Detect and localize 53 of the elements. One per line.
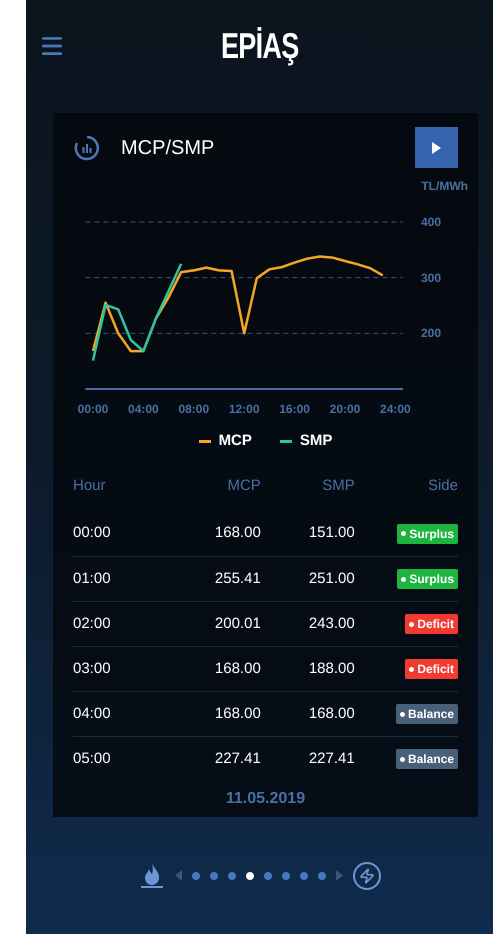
column-header: Hour	[73, 476, 107, 496]
logo: EPİAŞ	[220, 24, 298, 68]
side-tag: Balance	[396, 749, 458, 769]
table-cell-text: 243.00	[308, 614, 355, 634]
legend-label: MCP	[218, 431, 252, 451]
table-cell-text: 188.00	[308, 658, 355, 679]
legend-swatch	[198, 440, 211, 443]
x-tick-label: 04:00	[127, 403, 160, 415]
x-tick-label: 20:00	[328, 403, 362, 415]
side-tag: Surplus	[397, 569, 458, 589]
y-tick-label: 200	[421, 327, 442, 340]
x-tick-label: 16:00	[278, 403, 311, 415]
chart-gauge-icon	[73, 134, 101, 162]
card-title: MCP/SMP	[121, 136, 214, 160]
date-label: 11.05.2019	[226, 789, 306, 809]
legend-swatch	[280, 440, 292, 443]
x-tick-label: 24:00	[379, 403, 412, 415]
table-cell-text: 151.00	[308, 523, 355, 544]
table-cell-text: 168.00	[214, 658, 261, 679]
column-header: SMP	[321, 476, 355, 496]
table-cell-text: 227.41	[214, 748, 261, 769]
x-tick-label: 12:00	[228, 403, 261, 415]
column-header: Side	[426, 476, 458, 496]
side-tag: Surplus	[397, 524, 458, 544]
table-cell-text: 168.00	[308, 704, 355, 724]
x-tick-label: 00:00	[76, 403, 110, 415]
table-cell-text: 04:00	[73, 704, 112, 724]
table-cell-text: 251.00	[308, 568, 355, 589]
table-cell-text: 255.41	[214, 568, 261, 589]
table-cell-text: 200.01	[214, 614, 261, 634]
table-cell-text: 227.41	[308, 748, 355, 769]
table-cell-text: 03:00	[73, 658, 112, 679]
previous-arrow-icon[interactable]	[174, 870, 182, 881]
y-tick-label: 300	[421, 272, 442, 284]
side-tag: Deficit	[405, 614, 458, 634]
next-arrow-icon[interactable]	[336, 870, 342, 881]
table-cell-text: 02:00	[73, 614, 112, 634]
table-cell-text: 01:00	[73, 568, 112, 589]
play-button[interactable]	[415, 127, 458, 168]
x-tick-label: 08:00	[177, 403, 210, 415]
table-cell-text: 168.00	[214, 523, 261, 544]
y-tick-label: 400	[421, 216, 442, 228]
flame-icon[interactable]	[138, 862, 164, 890]
column-header: MCP	[226, 476, 261, 496]
axis-unit: TL/MWh	[421, 178, 468, 195]
table-cell-text: 168.00	[214, 704, 261, 724]
lightning-icon[interactable]	[352, 862, 380, 890]
side-tag: Balance	[396, 704, 458, 724]
legend-label: SMP	[300, 431, 332, 451]
table-cell-text: 00:00	[73, 523, 112, 544]
side-tag: Deficit	[405, 659, 458, 679]
play-icon	[432, 142, 441, 154]
table-cell-text: 05:00	[73, 748, 112, 769]
